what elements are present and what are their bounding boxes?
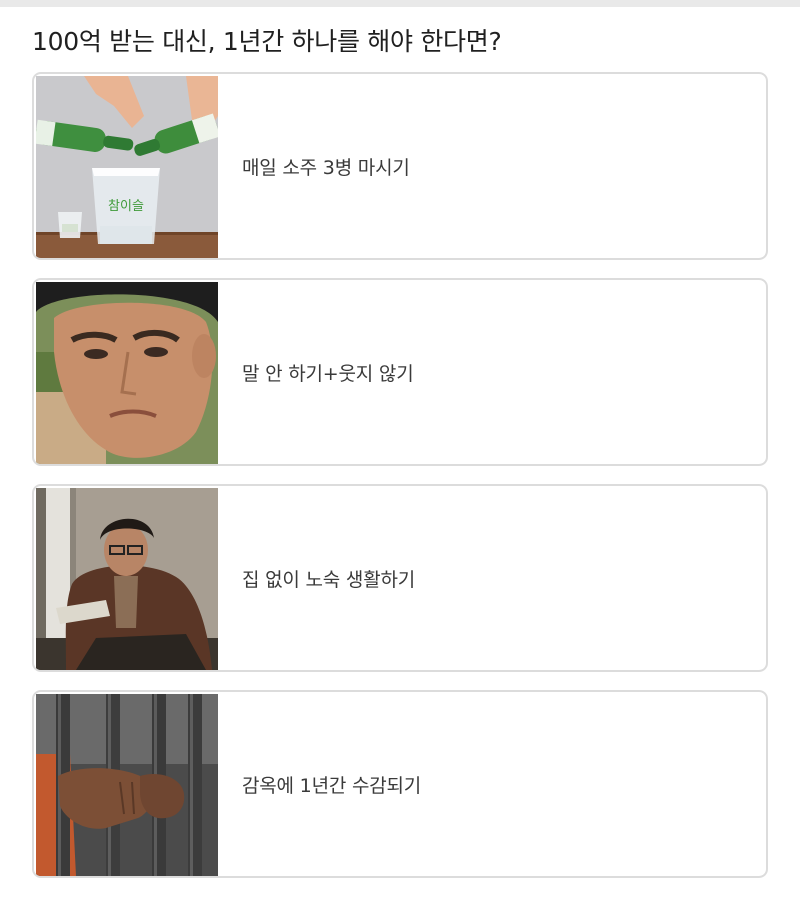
option-label: 집 없이 노숙 생활하기: [242, 568, 416, 591]
silent-man-face-photo: [36, 282, 218, 464]
option-label: 말 안 하기+웃지 않기: [242, 362, 414, 385]
option-card-homeless[interactable]: 집 없이 노숙 생활하기: [32, 484, 768, 672]
soju-pouring-photo: 참이슬: [36, 76, 218, 258]
option-label: 감옥에 1년간 수감되기: [242, 774, 422, 797]
option-card-soju[interactable]: 참이슬 매일 소주 3병 마시기: [32, 72, 768, 260]
glass-text: 참이슬: [108, 199, 144, 214]
option-card-prison[interactable]: 감옥에 1년간 수감되기: [32, 690, 768, 878]
prison-bars-hands-photo: [36, 694, 218, 876]
option-label: 매일 소주 3병 마시기: [242, 156, 410, 179]
question-title: 100억 받는 대신, 1년간 하나를 해야 한다면?: [32, 27, 502, 56]
top-divider: [0, 0, 800, 7]
homeless-man-photo: [36, 488, 218, 670]
option-card-silence[interactable]: 말 안 하기+웃지 않기: [32, 278, 768, 466]
